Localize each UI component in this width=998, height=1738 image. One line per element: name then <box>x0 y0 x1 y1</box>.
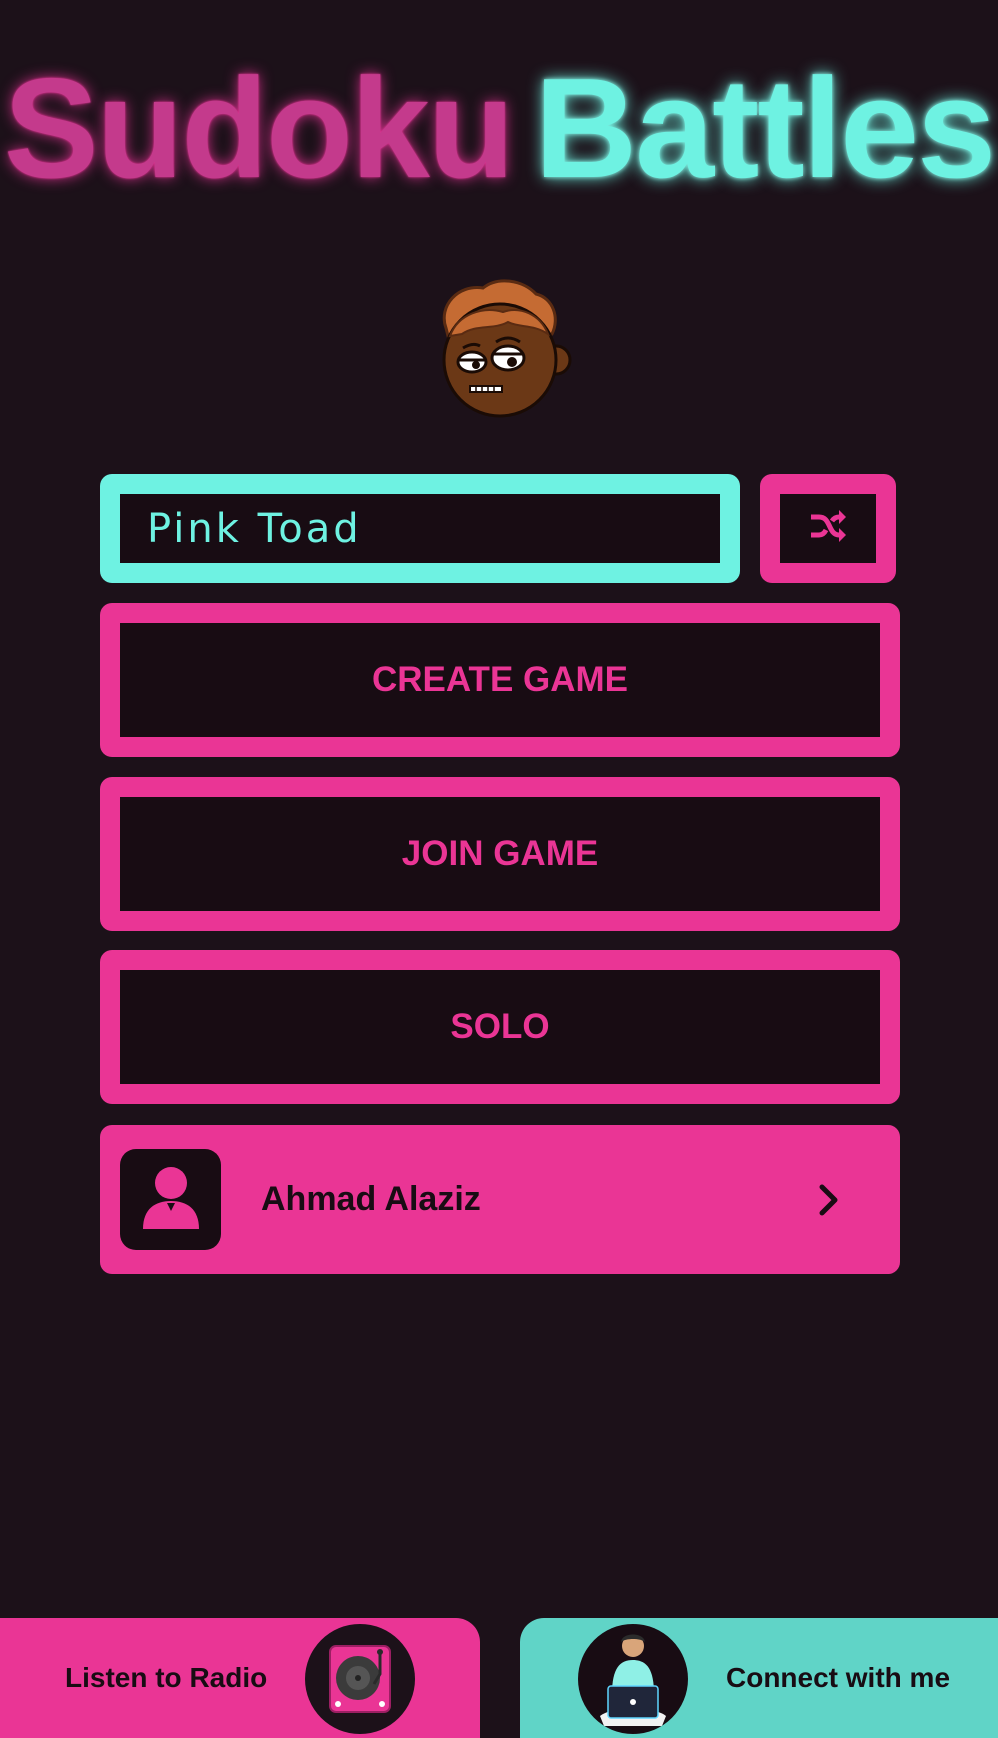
solo-button[interactable]: SOLO <box>100 950 900 1104</box>
app-title: Sudoku Battles <box>0 58 998 200</box>
solo-label: SOLO <box>120 970 880 1084</box>
shuffle-icon <box>809 509 847 548</box>
listen-radio-button[interactable]: Listen to Radio <box>0 1618 480 1738</box>
developer-laptop-icon <box>578 1624 688 1734</box>
shuffle-name-button[interactable] <box>760 474 896 583</box>
profile-name: Ahmad Alaziz <box>261 1180 481 1218</box>
profile-avatar <box>120 1149 221 1250</box>
chevron-right-icon <box>818 1183 840 1217</box>
listen-radio-label: Listen to Radio <box>65 1662 268 1693</box>
connect-with-me-label: Connect with me <box>726 1662 951 1693</box>
join-game-label: JOIN GAME <box>120 797 880 911</box>
player-name-input[interactable] <box>145 504 720 553</box>
user-icon <box>141 1165 201 1234</box>
title-sudoku: Sudoku <box>3 49 515 208</box>
turntable-icon <box>305 1624 415 1734</box>
player-avatar <box>428 276 572 420</box>
create-game-button[interactable]: CREATE GAME <box>100 603 900 757</box>
player-name-field[interactable] <box>100 474 740 583</box>
title-battles: Battles <box>534 49 996 208</box>
join-game-button[interactable]: JOIN GAME <box>100 777 900 931</box>
connect-with-me-button[interactable]: Connect with me <box>520 1618 998 1738</box>
profile-button[interactable]: Ahmad Alaziz <box>100 1125 900 1274</box>
create-game-label: CREATE GAME <box>120 623 880 737</box>
